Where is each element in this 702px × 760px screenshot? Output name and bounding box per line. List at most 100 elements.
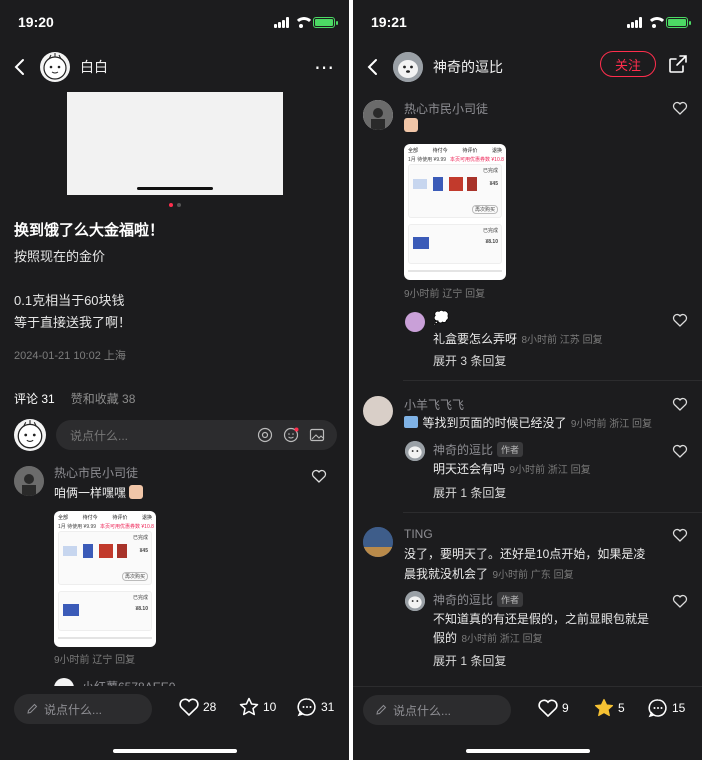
heart-icon[interactable]	[672, 312, 688, 328]
star-icon	[239, 697, 259, 716]
commenter-name[interactable]: 热心市民小司徒	[54, 464, 138, 481]
comment-input[interactable]: 说点什么...	[56, 420, 337, 450]
collect-count: 5	[618, 701, 625, 715]
dog-avatar-icon	[405, 591, 425, 611]
like-count: 9	[562, 701, 569, 715]
heart-icon[interactable]	[672, 100, 688, 116]
left-screen: 19:20 白白 ⋯ 换到饿了么大金福啦！ 按照现在的金价 0.1克相当于60块…	[0, 0, 349, 760]
home-indicator	[465, 749, 590, 753]
chevron-left-icon	[14, 59, 24, 75]
replier-avatar[interactable]	[405, 312, 425, 332]
commenter-name[interactable]: TING	[404, 527, 433, 541]
comment-count: 31	[321, 700, 335, 714]
post-line: 0.1克相当于60块钱	[14, 293, 125, 308]
tab-comments[interactable]: 评论 31	[14, 390, 55, 407]
comment-button[interactable]: 31	[296, 696, 334, 718]
comment-tabs: 评论 31 赞和收藏 38	[14, 390, 135, 407]
expand-replies[interactable]: 展开 3 条回复	[433, 352, 506, 369]
replier-avatar[interactable]	[405, 591, 425, 611]
heart-icon[interactable]	[672, 443, 688, 459]
back-button[interactable]	[0, 47, 40, 87]
my-avatar	[14, 419, 46, 451]
reply-text: 假的	[433, 631, 458, 645]
mention-icon[interactable]	[257, 427, 273, 443]
comment-text: 咱俩一样嘿嘿	[54, 484, 144, 501]
author-avatar[interactable]	[393, 52, 423, 82]
signal-icon	[274, 16, 289, 28]
reply-meta: 8小时前 江苏 回复	[521, 335, 603, 346]
shot-text: 本页可用优惠券数 ¥10.8	[100, 524, 154, 530]
commenter-name[interactable]: 热心市民小司徒	[404, 100, 488, 117]
heart-icon[interactable]	[672, 396, 688, 412]
more-options-icon[interactable]: ⋯	[314, 55, 335, 80]
post-image[interactable]	[67, 92, 283, 195]
author-badge: 作者	[497, 592, 524, 607]
post-line: 等于直接送我了啊！	[14, 315, 132, 330]
shot-text: 已完成	[482, 168, 498, 174]
pencil-icon	[376, 704, 387, 715]
comment-bubble-icon	[648, 699, 667, 718]
commenter-avatar[interactable]	[363, 527, 393, 557]
follow-button[interactable]: 关注	[600, 51, 656, 77]
expand-replies[interactable]: 展开 1 条回复	[433, 484, 506, 501]
replier-name[interactable]: 神奇的逗比	[433, 593, 493, 607]
shot-tab: 退换	[141, 515, 152, 521]
shot-thumb	[63, 546, 77, 556]
dog-avatar-icon	[393, 52, 423, 82]
collect-button[interactable]: 5	[593, 697, 625, 719]
shot-text: ¥45	[139, 548, 148, 554]
right-screen: 19:21 神奇的逗比 关注 热心市民小司徒 全部 待付今 待评价 退换 1月 待使用	[353, 0, 702, 760]
commenter-avatar[interactable]	[14, 466, 44, 496]
expand-replies[interactable]: 展开 1 条回复	[433, 652, 506, 669]
top-nav: 白白 ⋯	[0, 46, 349, 88]
share-icon[interactable]	[668, 54, 688, 74]
photo-avatar-icon	[363, 527, 393, 557]
heart-icon[interactable]	[672, 527, 688, 543]
shot-tab: 全部	[408, 148, 419, 154]
status-icons	[274, 16, 338, 28]
shot-card: 已完成 ¥8.10	[58, 591, 152, 631]
heart-icon[interactable]	[672, 593, 688, 609]
comment-meta: 9小时前 浙江 回复	[570, 419, 653, 430]
commenter-name[interactable]: 小羊飞飞飞	[404, 396, 464, 413]
shot-text: 已完成	[132, 535, 148, 541]
tab-likes[interactable]: 赞和收藏 38	[71, 390, 136, 407]
commenter-avatar[interactable]	[363, 100, 393, 130]
comment-image[interactable]: 全部 待付今 待评价 退换 1月 待使用 ¥9.99 本页可用优惠券数 ¥10.8 已…	[404, 144, 506, 280]
dog-avatar-icon	[405, 441, 425, 461]
shot-text: 再次购买	[121, 572, 148, 581]
shot-tab: 待付今	[82, 515, 98, 521]
shot-thumb	[63, 604, 79, 616]
shot-thumb	[99, 544, 113, 558]
shot-text: ¥8.10	[135, 606, 148, 612]
comment-button[interactable]: 15	[647, 697, 685, 719]
comment-line: 晨我就没机会了 9小时前 广东 回复	[404, 565, 574, 583]
battery-icon	[313, 16, 338, 28]
say-something-input[interactable]: 说点什么...	[14, 694, 152, 724]
replier-avatar[interactable]	[405, 441, 425, 461]
heart-icon[interactable]	[311, 468, 327, 484]
back-button[interactable]	[353, 47, 393, 87]
shot-thumb	[83, 544, 93, 558]
image-icon[interactable]	[309, 427, 325, 443]
like-button[interactable]: 28	[178, 696, 216, 718]
separator	[403, 380, 702, 381]
shot-tab: 全部	[58, 515, 69, 521]
comment-image[interactable]: 全部 待付今 待评价 退换 1月 待使用 ¥9.99 本页可用优惠券数 ¥10.8 已…	[54, 511, 156, 647]
post-line	[14, 268, 131, 290]
shot-thumb	[413, 179, 427, 189]
emoji-icon[interactable]	[283, 427, 299, 443]
like-button[interactable]: 9	[537, 697, 569, 719]
photo-avatar-icon	[363, 100, 393, 130]
shot-thumb	[117, 544, 127, 558]
reply-emoji-icon: 💭	[433, 310, 450, 325]
replier-name[interactable]: 神奇的逗比	[433, 443, 493, 457]
wifi-icon	[294, 16, 314, 28]
author-name[interactable]: 神奇的逗比	[433, 57, 503, 77]
shot-thumb	[433, 177, 443, 191]
commenter-avatar[interactable]	[363, 396, 393, 426]
collect-button[interactable]: 10	[238, 696, 276, 718]
author-name[interactable]: 白白	[80, 57, 108, 77]
author-avatar[interactable]	[40, 52, 70, 82]
say-something-input[interactable]: 说点什么...	[363, 695, 511, 725]
